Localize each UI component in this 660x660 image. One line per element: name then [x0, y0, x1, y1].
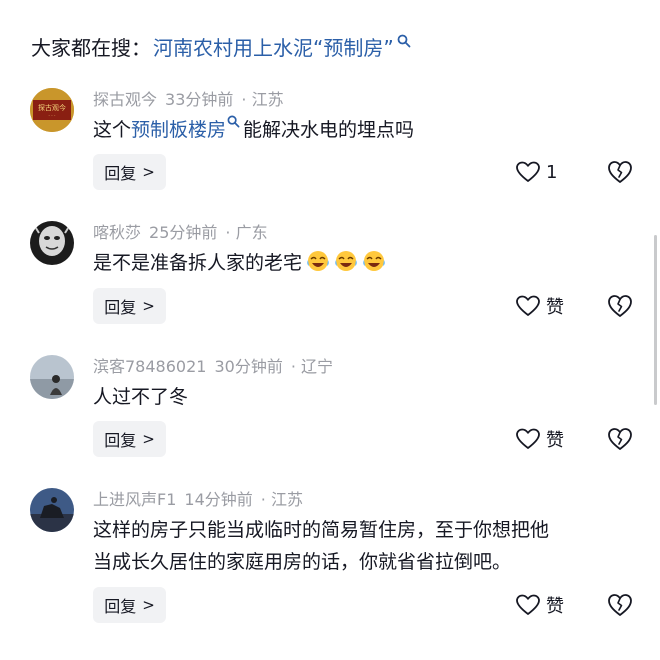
comment-time: 14分钟前 — [184, 490, 253, 509]
comment-time: 25分钟前 — [149, 223, 218, 242]
heart-icon — [516, 428, 540, 449]
comment-text-line: 当成长久居住的家庭用房的话，你就省省拉倒吧。 — [93, 551, 512, 573]
comment-text: 这个预制板楼房 能解决水电的埋点吗 — [93, 114, 633, 146]
logo-avatar-image: 探古观今 · · · — [30, 88, 74, 132]
comment-text: 这样的房子只能当成临时的简易暂住房，至于你想把他 当成长久居住的家庭用房的话，你… — [93, 514, 633, 578]
reply-button[interactable]: 回复 > — [93, 587, 166, 623]
reply-label: 回复 — [104, 597, 137, 616]
username[interactable]: 探古观今 — [93, 90, 157, 109]
like-button[interactable]: 1 — [516, 154, 557, 190]
comment-time: 30分钟前 — [214, 357, 283, 376]
dislike-broken-heart-icon[interactable] — [607, 426, 633, 452]
heart-icon — [516, 295, 540, 316]
scrollbar[interactable] — [654, 235, 657, 405]
heart-icon — [516, 161, 540, 182]
comment-location: · 辽宁 — [290, 357, 334, 376]
comment-text-part: 人过不了冬 — [93, 386, 189, 408]
avatar-image — [30, 355, 74, 399]
comment-text-part: 能解决水电的埋点吗 — [243, 119, 415, 141]
avatar[interactable] — [30, 355, 74, 399]
dislike-broken-heart-icon[interactable] — [607, 159, 633, 185]
cry-laugh-emoji-icon — [363, 251, 385, 271]
comment-location: · 江苏 — [241, 90, 284, 109]
comment-text-part: 是不是准备拆人家的老宅 — [93, 252, 303, 274]
comment-meta: 喀秋莎 25分钟前 · 广东 — [93, 222, 276, 244]
cry-laugh-emoji-icon — [335, 251, 357, 271]
reply-button[interactable]: 回复 > — [93, 154, 166, 190]
dislike-broken-heart-icon[interactable] — [607, 592, 633, 618]
avatar[interactable] — [30, 488, 74, 532]
hot-search-query-link[interactable]: 河南农村用上水泥“预制房” — [153, 32, 394, 61]
dislike-broken-heart-icon[interactable] — [607, 293, 633, 319]
svg-text:· · ·: · · · — [48, 114, 55, 119]
like-label: 赞 — [546, 596, 564, 617]
search-icon — [227, 115, 240, 128]
comment-meta: 滨客78486021 30分钟前 · 辽宁 — [93, 356, 341, 378]
like-label: 赞 — [546, 297, 564, 318]
hot-search-bar[interactable]: 大家都在搜： 河南农村用上水泥“预制房” — [31, 30, 411, 62]
comment-location: · 广东 — [225, 223, 268, 242]
avatar-image — [30, 488, 74, 532]
chevron-right-icon: > — [142, 163, 155, 181]
like-button[interactable]: 赞 — [516, 288, 564, 324]
chevron-right-icon: > — [142, 596, 155, 614]
chevron-right-icon: > — [142, 297, 155, 315]
comment-meta: 上进风声F1 14分钟前 · 江苏 — [93, 489, 311, 511]
username[interactable]: 滨客78486021 — [93, 357, 206, 376]
reply-button[interactable]: 回复 > — [93, 421, 166, 457]
cry-laugh-emoji-icon — [307, 251, 329, 271]
svg-text:探古观今: 探古观今 — [38, 103, 66, 112]
comment-keyword-link[interactable]: 预制板楼房 — [131, 119, 226, 141]
reply-label: 回复 — [104, 298, 137, 317]
like-label: 赞 — [546, 430, 564, 451]
username[interactable]: 上进风声F1 — [93, 490, 176, 509]
reply-label: 回复 — [104, 164, 137, 183]
comment-meta: 探古观今 33分钟前 · 江苏 — [93, 89, 292, 111]
comment-text-line: 这样的房子只能当成临时的简易暂住房，至于你想把他 — [93, 519, 550, 541]
reply-label: 回复 — [104, 431, 137, 450]
comment-text: 人过不了冬 — [93, 381, 633, 413]
like-button[interactable]: 赞 — [516, 587, 564, 623]
reply-button[interactable]: 回复 > — [93, 288, 166, 324]
search-icon — [397, 34, 411, 48]
avatar[interactable] — [30, 221, 74, 265]
comment-text-part: 这个 — [93, 119, 132, 141]
comment-location: · 江苏 — [260, 490, 303, 509]
comment-time: 33分钟前 — [165, 90, 234, 109]
chevron-right-icon: > — [142, 430, 155, 448]
like-button[interactable]: 赞 — [516, 421, 564, 457]
username[interactable]: 喀秋莎 — [93, 223, 141, 242]
avatar[interactable]: 探古观今 · · · — [30, 88, 74, 132]
heart-icon — [516, 594, 540, 615]
like-count: 1 — [546, 161, 558, 183]
comment-text: 是不是准备拆人家的老宅 — [93, 247, 633, 279]
hot-search-label: 大家都在搜： — [31, 35, 151, 60]
avatar-image — [30, 221, 74, 265]
